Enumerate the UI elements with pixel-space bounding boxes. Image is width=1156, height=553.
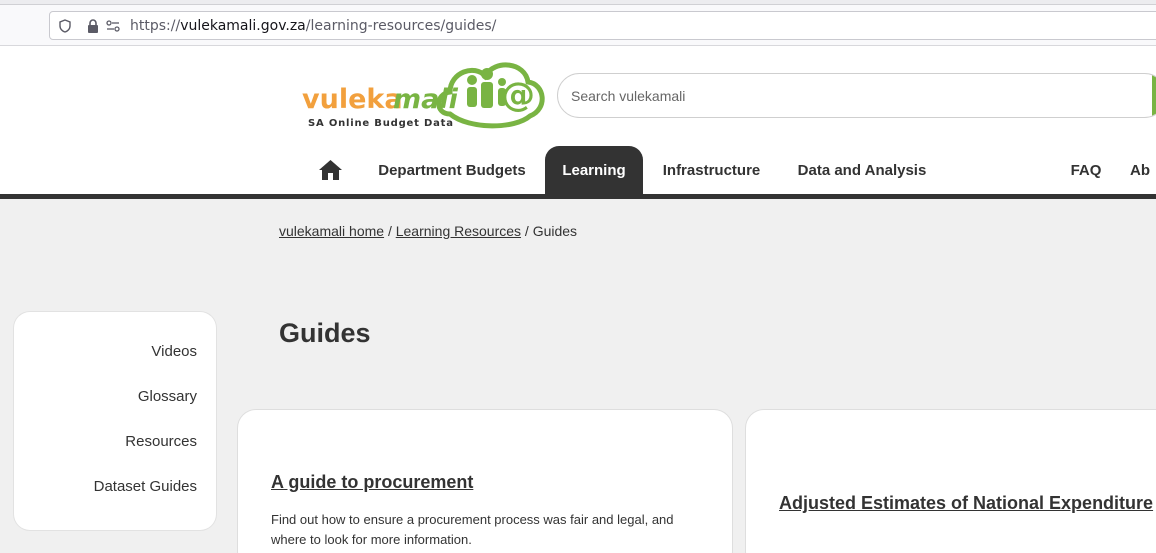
url-text[interactable]: https://vulekamali.gov.za/learning-resou…	[130, 18, 496, 34]
main-nav: Department Budgets Learning Infrastructu…	[0, 146, 1156, 194]
breadcrumb-home-link[interactable]: vulekamali home	[279, 223, 384, 239]
logo-word-vuleka: vuleka	[302, 84, 403, 115]
nav-about[interactable]: Ab	[1130, 146, 1156, 194]
page-title: Guides	[279, 318, 371, 348]
address-bar[interactable]: https://vulekamali.gov.za/learning-resou…	[49, 11, 1156, 40]
guide-card[interactable]: A guide to procurement Find out how to e…	[238, 410, 732, 553]
breadcrumb: vulekamali home / Learning Resources / G…	[279, 223, 577, 239]
site-header: @ vuleka mali SA Online Budget Data Depa…	[0, 46, 1156, 194]
shield-icon[interactable]	[58, 18, 72, 33]
search-input[interactable]	[571, 87, 1131, 104]
breadcrumb-separator: /	[387, 223, 392, 239]
nav-home[interactable]	[312, 146, 348, 194]
nav-learning[interactable]: Learning	[545, 146, 643, 194]
breadcrumb-learning-link[interactable]: Learning Resources	[396, 223, 521, 239]
nav-divider	[0, 194, 1156, 199]
nav-infrastructure[interactable]: Infrastructure	[646, 146, 777, 194]
guide-card-title[interactable]: A guide to procurement	[271, 472, 473, 493]
url-scheme: https://	[130, 17, 181, 34]
browser-toolbar: https://vulekamali.gov.za/learning-resou…	[0, 0, 1156, 46]
nav-faq[interactable]: FAQ	[1058, 146, 1114, 194]
vulekamali-logo[interactable]: @ vuleka mali SA Online Budget Data	[300, 54, 548, 132]
logo-word-mali: mali	[393, 84, 459, 115]
sidebar-item-dataset-guides[interactable]: Dataset Guides	[94, 478, 197, 495]
search-button[interactable]	[1152, 74, 1156, 117]
lock-icon[interactable]	[86, 18, 100, 33]
nav-data-and-analysis[interactable]: Data and Analysis	[780, 146, 944, 194]
permissions-icon[interactable]	[106, 19, 120, 33]
logo-tagline: SA Online Budget Data	[308, 118, 454, 129]
sidebar-item-videos[interactable]: Videos	[151, 343, 197, 360]
svg-text:@: @	[501, 75, 535, 115]
home-icon	[318, 160, 342, 180]
breadcrumb-current: Guides	[532, 223, 578, 239]
url-host: vulekamali.gov.za	[180, 17, 306, 34]
nav-department-budgets[interactable]: Department Budgets	[360, 146, 544, 194]
tab-strip-edge	[0, 0, 1156, 5]
search-box[interactable]	[557, 73, 1156, 118]
guide-card-title[interactable]: Adjusted Estimates of National Expenditu…	[779, 493, 1153, 514]
guide-card[interactable]: Adjusted Estimates of National Expenditu…	[746, 410, 1156, 553]
sidebar-item-resources[interactable]: Resources	[125, 433, 197, 450]
url-path: /learning-resources/guides/	[305, 17, 497, 34]
breadcrumb-separator: /	[524, 223, 529, 239]
sidebar-nav: Videos Glossary Resources Dataset Guides	[14, 312, 216, 530]
sidebar-item-glossary[interactable]: Glossary	[138, 388, 197, 405]
guide-card-description: Find out how to ensure a procurement pro…	[271, 512, 674, 547]
